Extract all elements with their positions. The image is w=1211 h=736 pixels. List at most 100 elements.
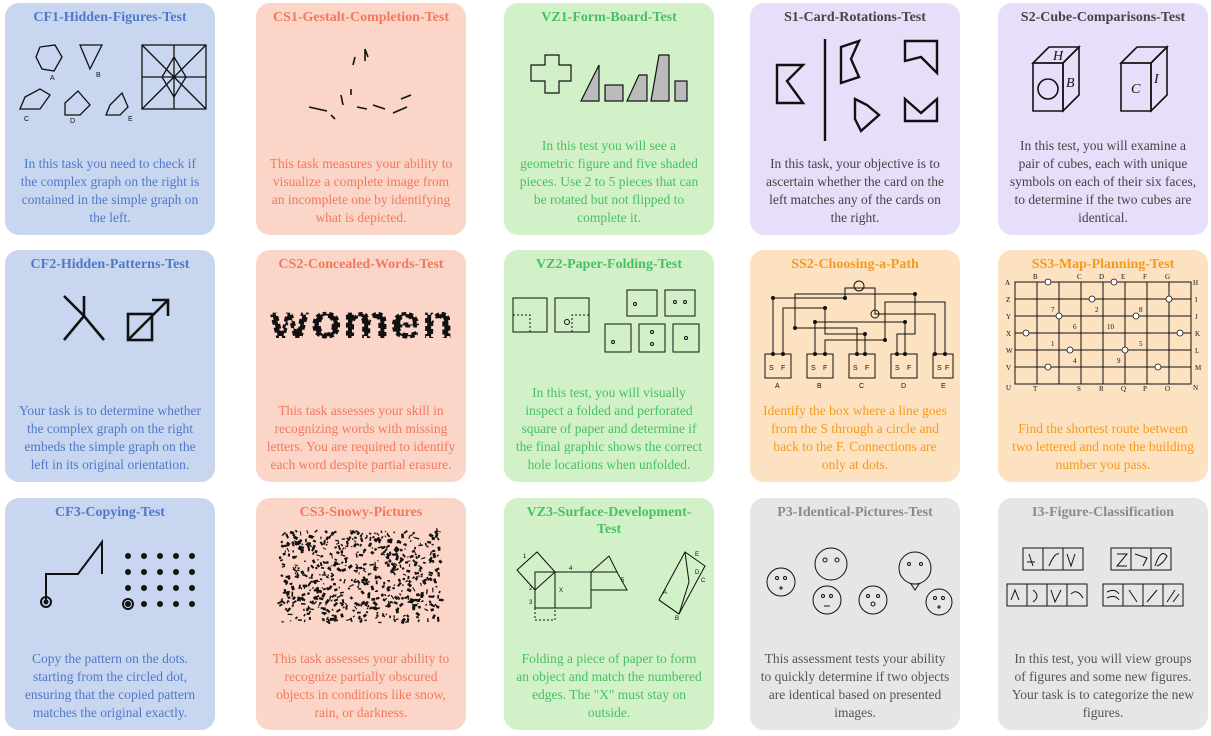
noise-speck xyxy=(317,606,320,608)
noise-speck xyxy=(338,586,341,589)
card-title: I3-Figure-Classification xyxy=(1031,505,1175,520)
noise-speck xyxy=(281,531,286,537)
card-vz1: VZ1-Form-Board-Test In this test you wil… xyxy=(504,3,714,235)
svg-text:C: C xyxy=(1077,273,1082,281)
noise-speck xyxy=(309,588,312,592)
svg-text:C: C xyxy=(24,116,29,123)
noise-speck xyxy=(335,542,340,545)
noise-speck xyxy=(355,530,359,533)
card-vz3: VZ3-Surface-Development-Test 1 2 3 4 5 X xyxy=(504,498,714,730)
card-ss3: SS3-Map-Planning-Test A B C D E F G H I … xyxy=(998,250,1208,482)
card-figure xyxy=(509,282,709,362)
noise-speck xyxy=(344,564,347,567)
noise-speck xyxy=(406,614,410,618)
noise-speck xyxy=(297,619,302,621)
svg-text:W: W xyxy=(1006,347,1013,355)
noise-speck xyxy=(314,566,318,570)
noise-speck xyxy=(353,569,358,572)
noise-speck xyxy=(428,573,433,577)
svg-text:F: F xyxy=(907,365,911,372)
noise-speck xyxy=(413,536,415,539)
svg-text:S: S xyxy=(937,365,942,372)
noise-speck xyxy=(393,615,395,619)
noise-speck xyxy=(355,571,357,573)
noise-speck xyxy=(316,554,321,557)
noise-speck xyxy=(405,579,409,583)
noise-speck xyxy=(368,606,373,610)
noise-speck xyxy=(283,588,287,594)
noise-speck xyxy=(319,573,321,576)
noise-speck xyxy=(362,567,366,571)
card-figure xyxy=(509,35,709,135)
svg-text:F: F xyxy=(945,365,949,372)
noise-speck xyxy=(428,600,432,604)
card-description: This task measures your ability to visua… xyxy=(269,156,453,225)
grid-dot xyxy=(125,585,131,591)
card-title: CS3-Snowy-Pictures xyxy=(299,505,423,520)
identical-pictures-illustration xyxy=(766,547,953,616)
cube-comparisons-illustration: H B C I xyxy=(1031,45,1169,113)
noise-speck xyxy=(355,553,358,558)
card-ss2: SS2-Choosing-a-Path S F S F S F S F S F … xyxy=(750,250,960,482)
noise-speck xyxy=(431,543,434,546)
noise-speck xyxy=(304,560,306,563)
noise-speck xyxy=(356,579,361,585)
noise-speck xyxy=(435,585,438,588)
grid-dot xyxy=(141,585,147,591)
noise-speck xyxy=(414,553,417,556)
noise-speck xyxy=(387,579,390,582)
noise-speck xyxy=(362,569,367,573)
svg-text:F: F xyxy=(781,365,785,372)
noise-speck xyxy=(332,564,336,567)
card-title: VZ3-Surface-Development-Test xyxy=(526,505,692,537)
noise-speck xyxy=(404,548,406,550)
noise-speck xyxy=(281,621,285,623)
hidden-patterns-illustration xyxy=(63,295,170,342)
noise-speck xyxy=(298,584,301,590)
noise-speck xyxy=(382,581,386,585)
card-figure: women xyxy=(261,290,461,360)
noise-speck xyxy=(358,566,363,570)
svg-text:S: S xyxy=(811,365,816,372)
noise-speck xyxy=(411,576,415,580)
noise-speck xyxy=(278,556,282,560)
svg-text:C: C xyxy=(701,578,706,584)
noise-speck xyxy=(408,534,411,539)
noise-speck xyxy=(329,552,333,556)
noise-speck xyxy=(289,582,293,585)
svg-text:2: 2 xyxy=(1095,306,1099,314)
noise-speck xyxy=(366,604,370,608)
noise-speck xyxy=(380,530,383,534)
noise-speck xyxy=(299,586,303,590)
card-cs1: CS1-Gestalt-Completion-Test This task me… xyxy=(256,3,466,235)
svg-text:S: S xyxy=(853,365,858,372)
noise-speck xyxy=(370,585,375,591)
noise-speck xyxy=(308,576,311,579)
noise-speck xyxy=(342,606,345,609)
noise-speck xyxy=(366,607,369,610)
noise-speck xyxy=(286,547,290,552)
noise-speck xyxy=(367,572,371,576)
noise-speck xyxy=(297,567,300,570)
dot-grid xyxy=(125,553,195,607)
noise-speck xyxy=(297,569,300,572)
noise-speck xyxy=(285,533,290,539)
noise-speck xyxy=(371,547,374,549)
noise-speck xyxy=(345,540,349,545)
card-description: In this task, your objective is to ascer… xyxy=(765,156,945,225)
svg-text:A: A xyxy=(663,590,667,596)
noise-speck xyxy=(292,568,298,573)
noise-speck xyxy=(323,539,326,545)
hidden-figures-illustration: A B C D E xyxy=(19,44,207,125)
noise-speck xyxy=(375,615,379,619)
noise-speck xyxy=(426,618,429,623)
noise-speck xyxy=(428,577,433,582)
card-figure: A B C D E xyxy=(10,35,210,135)
svg-text:X: X xyxy=(559,588,563,594)
noise-speck xyxy=(437,546,441,550)
noise-speck xyxy=(306,592,311,596)
noise-speck xyxy=(325,561,329,564)
noise-speck xyxy=(287,553,291,557)
svg-text:R: R xyxy=(1099,385,1104,392)
noise-speck xyxy=(329,595,332,599)
